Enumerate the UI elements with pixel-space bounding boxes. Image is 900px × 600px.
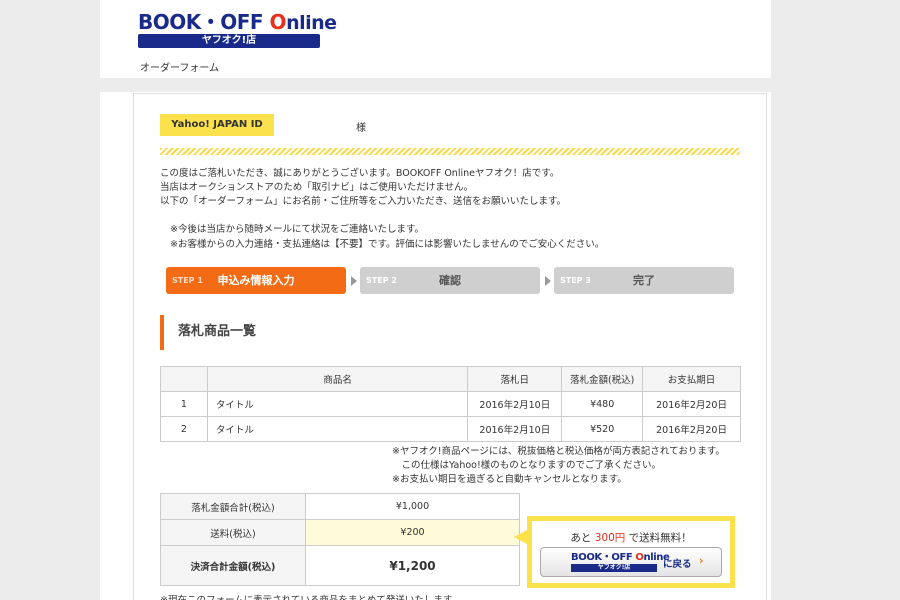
fine-print: ※ヤフオク!商品ページには、税抜価格と税込価格が両方表記されております。 この仕… — [392, 445, 725, 487]
step-1: STEP 1 申込み情報入力 — [166, 267, 346, 294]
intro-line: この度はご落札いただき、誠にありがとうございます。BOOKOFF Onlineヤ… — [160, 168, 560, 179]
bid-date: 2016年2月10日 — [467, 391, 563, 417]
step-name: 申込み情報入力 — [217, 274, 295, 287]
column-header: 落札金額(税込) — [561, 366, 644, 392]
section-title: 落札商品一覧 — [160, 315, 256, 350]
bookoff-logo-icon: BOOK・OFF Online ヤフオク!店 — [571, 552, 670, 574]
shipping-label: 送料(税込) — [160, 519, 306, 546]
step-name: 完了 — [633, 274, 655, 287]
power-icon: O — [269, 10, 287, 34]
totals-table: 落札金額合計(税込) ¥1,000 送料(税込) ¥200 決済合計金額(税込)… — [160, 493, 520, 586]
honorific: 様 — [356, 123, 366, 134]
step-indicator: STEP 1 申込み情報入力 STEP 2 確認 STEP 3 完了 — [166, 267, 736, 294]
logo-wordmark: BOOK・OFF Online — [138, 10, 337, 34]
table-row: 1 タイトル 2016年2月10日 ¥480 2016年2月20日 — [160, 391, 741, 417]
step-3: STEP 3 完了 — [554, 267, 734, 294]
fine-print-line: ※お支払い期日を過ぎると自動キャンセルとなります。 — [392, 474, 627, 485]
bid-price: ¥520 — [561, 416, 644, 442]
page-label: オーダーフォーム — [140, 63, 220, 74]
item-title: タイトル — [206, 391, 469, 417]
row-number: 2 — [160, 416, 208, 442]
logo-subtitle: ヤフオク!店 — [138, 34, 320, 48]
logo-online: nline — [286, 12, 337, 34]
total-label: 決済合計金額(税込) — [160, 545, 306, 586]
intro-line: 以下の「オーダーフォーム」にお名前・ご住所等をご入力いただき、送信をお願いいたし… — [160, 196, 567, 207]
notes: ※今後は当店から随時メールにて状況をご連絡いたします。 ※お客様からの入力連絡・… — [170, 222, 750, 252]
table-row: 2 タイトル 2016年2月10日 ¥520 2016年2月20日 — [160, 416, 741, 442]
promo-suffix: で送料無料！ — [625, 532, 692, 544]
logo-book: BOOK — [138, 10, 201, 34]
step-arrow-icon — [351, 276, 357, 286]
column-header: 商品名 — [206, 366, 469, 392]
column-header: 落札日 — [467, 366, 563, 392]
step-arrow-icon — [545, 276, 551, 286]
stripe-divider — [160, 148, 740, 155]
return-to-store-button[interactable]: BOOK・OFF Online ヤフオク!店 に戻る › — [540, 547, 722, 577]
button-logo-wordmark: BOOK・OFF Online — [571, 552, 670, 564]
payment-due: 2016年2月20日 — [642, 416, 741, 442]
subtotal-row: 落札金額合計(税込) ¥1,000 — [160, 493, 520, 520]
free-shipping-promo: あと 300円 で送料無料！ BOOK・OFF Online ヤフオク!店 に戻… — [527, 516, 735, 588]
total-row: 決済合計金額(税込) ¥1,200 — [160, 545, 520, 586]
promo-amount: 300円 — [594, 532, 626, 544]
yahoo-id-badge: Yahoo! JAPAN ID — [160, 114, 274, 136]
column-header — [160, 366, 208, 392]
power-icon: O — [635, 552, 644, 563]
intro-line: 当店はオークションストアのため「取引ナビ」はご使用いただけません。 — [160, 182, 474, 193]
promo-prefix: あと — [570, 532, 595, 544]
fine-print-line: この仕様はYahoo!様のものとなりますのでご了承ください。 — [392, 460, 662, 471]
subtotal-value: ¥1,000 — [305, 493, 520, 520]
items-table: 商品名 落札日 落札金額(税込) お支払期日 1 タイトル 2016年2月10日… — [160, 366, 741, 442]
intro-text: この度はご落札いただき、誠にありがとうございます。BOOKOFF Onlineヤ… — [160, 167, 750, 209]
note-line: ※お客様からの入力連絡・支払連絡は【不要】です。評価には影響いたしませんのでご安… — [170, 239, 605, 250]
chevron-right-icon: › — [699, 554, 704, 567]
step-name: 確認 — [439, 274, 461, 287]
logo-off: OFF — [220, 10, 270, 34]
bid-date: 2016年2月10日 — [467, 416, 563, 442]
site-header: BOOK・OFF Online ヤフオク!店 オーダーフォーム — [100, 0, 771, 78]
item-title: タイトル — [206, 416, 469, 442]
button-label: に戻る — [663, 559, 692, 570]
note-line: ※今後は当店から随時メールにて状況をご連絡いたします。 — [170, 224, 425, 235]
footnote: ※現在このフォームに表示されている商品をまとめて発送いたします。 — [160, 592, 461, 600]
header-divider — [100, 78, 771, 92]
bookoff-online-logo[interactable]: BOOK・OFF Online ヤフオク!店 — [138, 10, 337, 50]
button-logo-book: BOOK・OFF — [571, 552, 636, 563]
shipping-row: 送料(税込) ¥200 — [160, 519, 520, 546]
step-2: STEP 2 確認 — [360, 267, 540, 294]
subtotal-label: 落札金額合計(税込) — [160, 493, 306, 520]
payment-due: 2016年2月20日 — [642, 391, 741, 417]
row-number: 1 — [160, 391, 208, 417]
promo-message: あと 300円 で送料無料！ — [532, 530, 730, 545]
column-header: お支払期日 — [642, 366, 741, 392]
fine-print-line: ※ヤフオク!商品ページには、税抜価格と税込価格が両方表記されております。 — [392, 446, 725, 457]
promo-pointer — [514, 530, 527, 544]
bid-price: ¥480 — [561, 391, 644, 417]
shipping-value: ¥200 — [305, 519, 520, 546]
button-logo-subtitle: ヤフオク!店 — [571, 564, 657, 572]
logo-dot: ・ — [200, 10, 221, 34]
total-value: ¥1,200 — [305, 545, 520, 586]
table-header-row: 商品名 落札日 落札金額(税込) お支払期日 — [160, 366, 741, 392]
